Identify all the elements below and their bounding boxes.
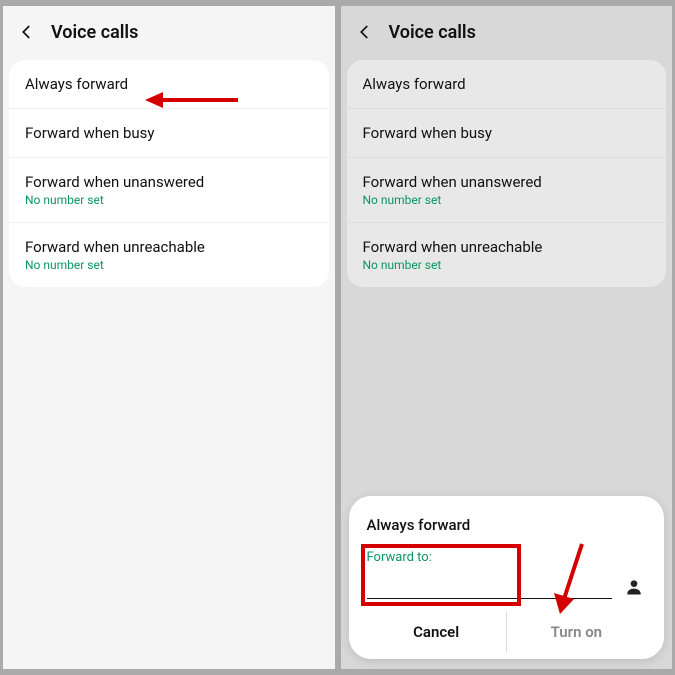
back-icon[interactable] bbox=[353, 20, 377, 44]
forward-number-input[interactable] bbox=[367, 573, 613, 599]
header: Voice calls bbox=[341, 6, 673, 56]
always-forward-modal: Always forward Forward to: Cancel Turn o… bbox=[349, 496, 665, 659]
item-forward-busy[interactable]: Forward when busy bbox=[347, 109, 667, 158]
turn-on-button[interactable]: Turn on bbox=[507, 611, 646, 653]
item-forward-busy[interactable]: Forward when busy bbox=[9, 109, 329, 158]
cancel-button[interactable]: Cancel bbox=[367, 611, 507, 653]
item-forward-unanswered[interactable]: Forward when unanswered No number set bbox=[9, 158, 329, 223]
contact-picker-icon[interactable] bbox=[622, 575, 646, 599]
header: Voice calls bbox=[3, 6, 335, 56]
forwarding-list: Always forward Forward when busy Forward… bbox=[9, 60, 329, 287]
input-wrap: Forward to: bbox=[367, 550, 613, 599]
modal-buttons: Cancel Turn on bbox=[367, 611, 647, 653]
item-always-forward[interactable]: Always forward bbox=[9, 60, 329, 109]
item-always-forward[interactable]: Always forward bbox=[347, 60, 667, 109]
back-icon[interactable] bbox=[15, 20, 39, 44]
right-screen: Voice calls Always forward Forward when … bbox=[341, 6, 673, 669]
item-forward-unreachable[interactable]: Forward when unreachable No number set bbox=[9, 223, 329, 287]
item-forward-unreachable[interactable]: Forward when unreachable No number set bbox=[347, 223, 667, 287]
input-label: Forward to: bbox=[367, 550, 613, 565]
modal-title: Always forward bbox=[367, 516, 647, 534]
page-title: Voice calls bbox=[51, 22, 138, 43]
forwarding-list: Always forward Forward when busy Forward… bbox=[347, 60, 667, 287]
page-title: Voice calls bbox=[389, 22, 476, 43]
input-row: Forward to: bbox=[367, 550, 647, 599]
left-screen: Voice calls Always forward Forward when … bbox=[3, 6, 335, 669]
item-forward-unanswered[interactable]: Forward when unanswered No number set bbox=[347, 158, 667, 223]
